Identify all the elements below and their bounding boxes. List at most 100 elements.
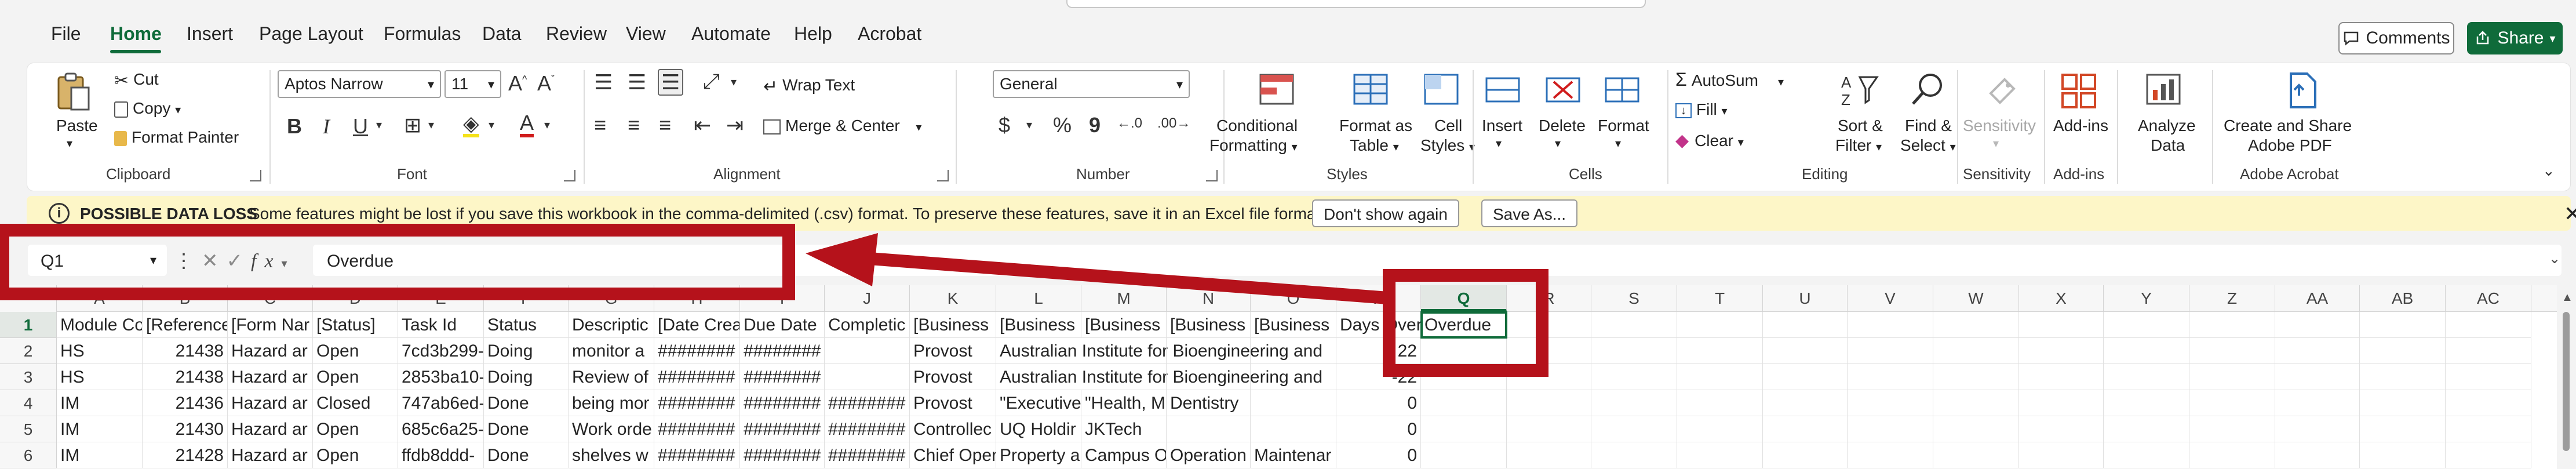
cell-n4[interactable]: Dentistry	[1167, 390, 1251, 416]
cell-y3[interactable]	[2104, 364, 2189, 390]
cell-k5[interactable]: Controllec	[910, 416, 996, 442]
sensitivity-button[interactable]: Sensitivity	[1963, 117, 2036, 135]
conditional-formatting-button-line2[interactable]: Formatting ▾	[1209, 136, 1298, 155]
column-header-ac[interactable]: AC	[2446, 285, 2531, 312]
cell-h6[interactable]: ########	[654, 442, 740, 468]
column-header-aa[interactable]: AA	[2275, 285, 2360, 312]
cell-u3[interactable]	[1763, 364, 1848, 390]
column-header-x[interactable]: X	[2019, 285, 2104, 312]
cell-k4[interactable]: Provost	[910, 390, 996, 416]
save-as-button[interactable]: Save As...	[1481, 199, 1578, 227]
italic-icon[interactable]: I	[323, 114, 330, 139]
cell-g3[interactable]: Review of	[569, 364, 654, 390]
row-header-2[interactable]: 2	[0, 338, 57, 364]
cell-s4[interactable]	[1591, 390, 1677, 416]
cell-m1[interactable]: [Business	[1081, 312, 1167, 338]
cell-f6[interactable]: Done	[484, 442, 569, 468]
column-header-v[interactable]: V	[1848, 285, 1933, 312]
cell-x4[interactable]	[2019, 390, 2104, 416]
chevron-down-icon[interactable]: ▾	[428, 118, 434, 132]
cell-f3[interactable]: Doing	[484, 364, 569, 390]
cell-v1[interactable]	[1848, 312, 1933, 338]
font-size-select[interactable]: 11 ▾	[444, 70, 501, 98]
cell-j6[interactable]: ########	[825, 442, 910, 468]
cell-j3[interactable]	[825, 364, 910, 390]
column-header-j[interactable]: J	[825, 285, 910, 312]
menu-acrobat[interactable]: Acrobat	[858, 23, 921, 45]
cell-w3[interactable]	[1933, 364, 2019, 390]
cell-v6[interactable]	[1848, 442, 1933, 468]
vertical-scrollbar[interactable]: ▲	[2557, 285, 2576, 469]
cell-b5[interactable]: 21430	[143, 416, 228, 442]
cell-m6[interactable]: Campus O	[1081, 442, 1167, 468]
cell-t1[interactable]	[1677, 312, 1763, 338]
cell-o6[interactable]: Maintenar	[1251, 442, 1336, 468]
cell-styles-button[interactable]: Cell	[1434, 117, 1462, 135]
menu-formulas[interactable]: Formulas	[384, 23, 461, 45]
cell-d6[interactable]: Open	[313, 442, 398, 468]
chevron-down-icon[interactable]: ▾	[376, 118, 382, 132]
underline-icon[interactable]: U	[353, 114, 368, 139]
cell-ab4[interactable]	[2360, 390, 2446, 416]
column-header-z[interactable]: Z	[2189, 285, 2275, 312]
title-search-box[interactable]	[1066, 0, 1646, 8]
chevron-down-icon[interactable]: ▾	[731, 75, 737, 89]
cell-a5[interactable]: IM	[57, 416, 143, 442]
column-header-s[interactable]: S	[1591, 285, 1677, 312]
column-header-u[interactable]: U	[1763, 285, 1848, 312]
cell-f5[interactable]: Done	[484, 416, 569, 442]
cell-ab2[interactable]	[2360, 338, 2446, 364]
decrease-indent-icon[interactable]: ⇤	[694, 113, 711, 137]
cell-aa1[interactable]	[2275, 312, 2360, 338]
cell-c4[interactable]: Hazard ar	[228, 390, 313, 416]
cell-f4[interactable]: Done	[484, 390, 569, 416]
cell-ac2[interactable]	[2446, 338, 2531, 364]
cell-f1[interactable]: Status	[484, 312, 569, 338]
cell-h5[interactable]: ########	[654, 416, 740, 442]
cell-u4[interactable]	[1763, 390, 1848, 416]
cell-aa2[interactable]	[2275, 338, 2360, 364]
column-header-t[interactable]: T	[1677, 285, 1763, 312]
cell-b6[interactable]: 21428	[143, 442, 228, 468]
scrollbar-thumb[interactable]	[2563, 312, 2570, 451]
menu-help[interactable]: Help	[794, 23, 832, 45]
addins-button[interactable]: Add-ins	[2053, 117, 2108, 135]
chevron-down-icon[interactable]: ▾	[1496, 136, 1502, 151]
cell-r6[interactable]	[1507, 442, 1591, 468]
number-launcher-icon[interactable]	[1206, 170, 1218, 181]
cell-h3[interactable]: ########	[654, 364, 740, 390]
cell-c1[interactable]: [Form Nar	[228, 312, 313, 338]
cell-t4[interactable]	[1677, 390, 1763, 416]
cell-x3[interactable]	[2019, 364, 2104, 390]
create-share-pdf-button[interactable]: Create and Share	[2224, 117, 2352, 135]
chevron-down-icon[interactable]: ⌄	[2549, 250, 2560, 267]
comments-button[interactable]: Comments	[2338, 22, 2454, 54]
cell-l1[interactable]: [Business	[996, 312, 1081, 338]
cell-z5[interactable]	[2189, 416, 2275, 442]
cell-j1[interactable]: Completic	[825, 312, 910, 338]
cell-ab6[interactable]	[2360, 442, 2446, 468]
cell-v3[interactable]	[1848, 364, 1933, 390]
format-as-table-button-line2[interactable]: Table ▾	[1350, 136, 1399, 155]
chevron-down-icon[interactable]: ▾	[1615, 136, 1621, 151]
row-header-1[interactable]: 1	[0, 312, 57, 338]
cell-u5[interactable]	[1763, 416, 1848, 442]
copy-button[interactable]: Copy ▾	[114, 99, 181, 118]
cell-x2[interactable]	[2019, 338, 2104, 364]
cell-h2[interactable]: ########	[654, 338, 740, 364]
cell-b3[interactable]: 21438	[143, 364, 228, 390]
cell-n6[interactable]: Operation	[1167, 442, 1251, 468]
cell-w6[interactable]	[1933, 442, 2019, 468]
scroll-up-icon[interactable]: ▲	[2562, 291, 2573, 304]
conditional-formatting-button[interactable]: Conditional	[1216, 117, 1298, 135]
chevron-down-icon[interactable]: ▾	[1026, 118, 1032, 132]
cell-a4[interactable]: IM	[57, 390, 143, 416]
clipboard-launcher-icon[interactable]	[250, 170, 261, 181]
dont-show-again-button[interactable]: Don't show again	[1312, 199, 1459, 227]
menu-automate[interactable]: Automate	[691, 23, 771, 45]
cell-n5[interactable]	[1167, 416, 1251, 442]
chevron-down-icon[interactable]: ▾	[67, 136, 72, 151]
decrease-font-size-icon[interactable]: Aˇ	[537, 71, 555, 96]
cell-a2[interactable]: HS	[57, 338, 143, 364]
cell-aa5[interactable]	[2275, 416, 2360, 442]
